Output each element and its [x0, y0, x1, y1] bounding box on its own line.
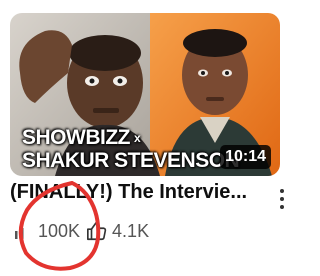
duration-badge: 10:14	[220, 145, 271, 169]
more-vert-icon[interactable]	[272, 186, 292, 212]
thumbs-up-icon[interactable]	[86, 220, 108, 242]
like-count: 4.1K	[112, 220, 150, 241]
thumbnail-caption-x: x	[133, 131, 141, 146]
bar-chart-icon	[15, 228, 24, 239]
video-stats: 100K 4.1K	[12, 218, 149, 244]
view-count: 100K	[38, 220, 81, 241]
thumbnail-caption-line2: SHAKUR STEVENSON	[22, 149, 240, 172]
video-title[interactable]: (FINALLY!) The Intervie...	[10, 181, 260, 204]
video-thumbnail[interactable]: SHOWBIZZ x SHAKUR STEVENSON 10:14	[10, 13, 280, 176]
thumbnail-caption-line1: SHOWBIZZ x	[22, 126, 141, 149]
